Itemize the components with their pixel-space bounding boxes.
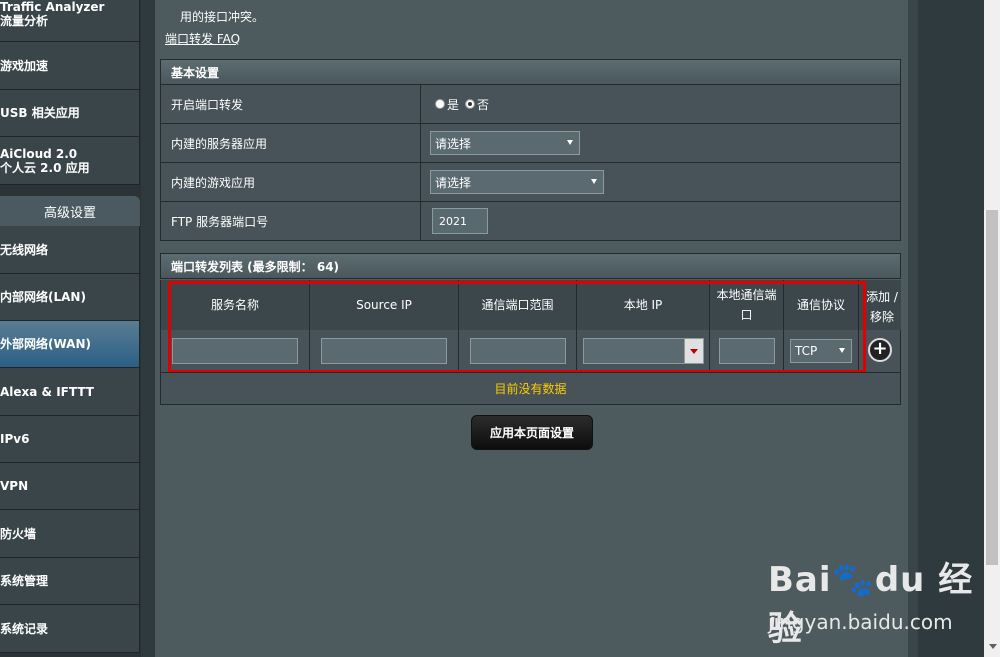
service-name-input[interactable] xyxy=(172,338,298,364)
sidebar-item-label: 外部网络(WAN) xyxy=(0,337,91,351)
sidebar-item-label: AiCloud 2.0 xyxy=(0,146,78,161)
chevron-down-icon xyxy=(567,140,573,145)
sidebar-item-label: 防火墙 xyxy=(0,526,37,541)
add-rule-plus-icon[interactable]: + xyxy=(868,338,892,362)
enable-port-forwarding-label: 开启端口转发 xyxy=(161,85,421,123)
chevron-down-icon xyxy=(839,348,845,353)
radio-yes[interactable] xyxy=(435,99,445,109)
sidebar-item-label: IPv6 xyxy=(0,432,30,446)
sidebar-item-system-log[interactable]: 系统记录 xyxy=(0,605,140,653)
port-range-input[interactable] xyxy=(469,338,566,364)
pf-list-header: 端口转发列表 (最多限制： 64) xyxy=(160,253,901,279)
sidebar-item-sublabel: 个人云 2.0 应用 xyxy=(0,160,90,175)
sidebar-item-aicloud[interactable]: AiCloud 2.0 个人云 2.0 应用 xyxy=(0,137,140,185)
enable-port-forwarding-row: 开启端口转发 是 否 xyxy=(160,85,901,124)
sidebar-gap xyxy=(0,185,141,196)
apply-settings-button[interactable]: 应用本页面设置 xyxy=(471,415,593,450)
sidebar-item-wan[interactable]: 外部网络(WAN) xyxy=(0,321,140,368)
sidebar-item-sublabel: 流量分析 xyxy=(0,14,49,28)
col-protocol: 通信协议 xyxy=(784,280,859,330)
sidebar-item-administration[interactable]: 系统管理 xyxy=(0,558,140,605)
radio-yes-label: 是 xyxy=(447,97,460,112)
scrollbar-thumb[interactable] xyxy=(986,210,998,565)
local-ip-combobox[interactable] xyxy=(582,338,704,364)
sidebar-item-wireless[interactable]: 无线网络 xyxy=(0,226,140,274)
sidebar-item-traffic-analyzer[interactable]: Traffic Analyzer 流量分析 xyxy=(0,0,140,42)
sidebar-item-lan[interactable]: 内部网络(LAN) xyxy=(0,274,140,321)
chevron-down-icon xyxy=(591,179,597,184)
server-app-label: 内建的服务器应用 xyxy=(161,124,421,162)
sidebar-item-label: Traffic Analyzer xyxy=(0,0,105,14)
sidebar-item-label: USB 相关应用 xyxy=(0,106,80,120)
col-add-remove: 添加 / 移除 xyxy=(866,290,898,324)
local-port-input[interactable] xyxy=(718,338,775,364)
sidebar-item-ipv6[interactable]: IPv6 xyxy=(0,416,140,463)
col-local-ip: 本地 IP xyxy=(577,280,710,330)
sidebar-item-alexa-ifttt[interactable]: Alexa & IFTTT xyxy=(0,368,140,416)
sidebar-item-label: VPN xyxy=(0,479,29,493)
sidebar: Traffic Analyzer 流量分析 游戏加速 USB 相关应用 AiCl… xyxy=(0,0,141,657)
faq-link[interactable]: 端口转发 FAQ xyxy=(165,30,240,47)
ftp-port-row: FTP 服务器端口号 2021 xyxy=(160,202,901,241)
baidu-jingyan-watermark: Bai🐾du 经验 jingyan.baidu.com xyxy=(768,552,1000,650)
source-ip-input[interactable] xyxy=(321,338,447,364)
game-app-select[interactable]: 请选择 xyxy=(430,170,604,194)
basic-settings-header: 基本设置 xyxy=(160,59,901,85)
empty-table-message: 目前没有数据 xyxy=(160,372,901,405)
dropdown-arrow-icon[interactable] xyxy=(683,339,703,363)
sidebar-item-label: 系统管理 xyxy=(0,574,49,588)
sidebar-item-game-boost[interactable]: 游戏加速 xyxy=(0,42,140,90)
ftp-port-input[interactable]: 2021 xyxy=(432,208,488,234)
col-port-range: 通信端口范围 xyxy=(459,280,577,330)
pf-input-row: TCP xyxy=(160,330,901,372)
server-app-value: 请选择 xyxy=(435,136,472,151)
game-app-row: 内建的游戏应用 请选择 xyxy=(160,163,901,202)
radio-no[interactable] xyxy=(465,99,476,109)
enable-radio-group: 是 否 xyxy=(435,85,495,123)
sidebar-item-label: Alexa & IFTTT xyxy=(0,384,94,399)
sidebar-item-label: 系统记录 xyxy=(0,621,49,636)
sidebar-item-vpn[interactable]: VPN xyxy=(0,463,140,510)
game-app-value: 请选择 xyxy=(435,175,472,190)
col-local-port: 本地通信端口 xyxy=(710,280,784,330)
ftp-port-label: FTP 服务器端口号 xyxy=(161,202,421,240)
server-app-row: 内建的服务器应用 请选择 xyxy=(160,124,901,163)
col-source-ip: Source IP xyxy=(310,280,459,330)
sidebar-item-label: 游戏加速 xyxy=(0,58,49,73)
server-app-select[interactable]: 请选择 xyxy=(430,131,580,155)
protocol-value: TCP xyxy=(795,344,818,358)
advanced-settings-header: 高级设置 xyxy=(0,196,140,227)
radio-no-label: 否 xyxy=(477,97,490,112)
protocol-select[interactable]: TCP xyxy=(790,339,852,363)
pf-table-header: 服务名称 Source IP 通信端口范围 本地 IP 本地通信端口 通信协议 xyxy=(160,280,901,330)
sidebar-item-label: 内部网络(LAN) xyxy=(0,290,86,304)
game-app-label: 内建的游戏应用 xyxy=(161,163,421,201)
sidebar-item-usb-apps[interactable]: USB 相关应用 xyxy=(0,90,140,137)
sidebar-item-firewall[interactable]: 防火墙 xyxy=(0,510,140,558)
note-text: 用的接口冲突。 xyxy=(180,10,265,24)
watermark-brand: Bai🐾du 经验 xyxy=(768,560,974,649)
watermark-site: jingyan.baidu.com xyxy=(768,610,953,634)
sidebar-item-label: 无线网络 xyxy=(0,242,49,257)
col-service-name: 服务名称 xyxy=(161,280,310,330)
